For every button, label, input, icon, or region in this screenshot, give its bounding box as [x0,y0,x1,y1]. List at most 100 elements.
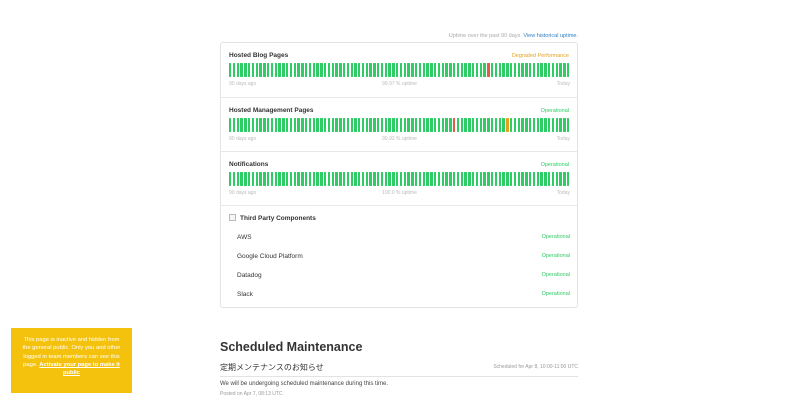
uptime-day-bar[interactable] [456,63,460,77]
uptime-day-bar[interactable] [441,118,445,132]
uptime-day-bar[interactable] [229,172,232,186]
uptime-day-bar[interactable] [441,63,445,77]
uptime-day-bar[interactable] [335,63,338,77]
uptime-day-bar[interactable] [289,172,293,186]
uptime-day-bar[interactable] [403,63,407,77]
uptime-day-bar[interactable] [434,118,437,132]
uptime-day-bar[interactable] [312,118,315,132]
uptime-day-bar[interactable] [373,118,376,132]
uptime-day-bar[interactable] [358,172,361,186]
uptime-day-bar[interactable] [255,118,258,132]
uptime-day-bar[interactable] [384,172,388,186]
uptime-day-bar[interactable] [464,172,467,186]
uptime-day-bar[interactable] [544,172,547,186]
uptime-day-bar[interactable] [308,63,312,77]
uptime-day-bar[interactable] [255,63,258,77]
uptime-day-bar[interactable] [418,172,422,186]
uptime-day-bar[interactable] [403,172,407,186]
uptime-day-bar[interactable] [434,172,437,186]
uptime-day-bar[interactable] [240,118,243,132]
uptime-day-bar[interactable] [536,172,539,186]
uptime-day-bar[interactable] [555,63,558,77]
uptime-day-bar[interactable] [551,63,555,77]
uptime-day-bar[interactable] [479,63,482,77]
uptime-day-bar[interactable] [415,63,418,77]
uptime-day-bar[interactable] [528,63,532,77]
uptime-day-bar[interactable] [472,118,475,132]
uptime-day-bar[interactable] [331,63,334,77]
uptime-day-bar[interactable] [555,172,558,186]
uptime-day-bar[interactable] [528,172,532,186]
uptime-day-bar[interactable] [521,118,524,132]
uptime-day-bar[interactable] [475,63,479,77]
uptime-day-bar[interactable] [407,63,410,77]
uptime-day-bar[interactable] [304,118,308,132]
uptime-day-bar[interactable] [354,172,357,186]
uptime-day-bar[interactable] [342,118,346,132]
uptime-day-bar[interactable] [354,118,357,132]
uptime-day-bar[interactable] [483,172,486,186]
uptime-day-bar[interactable] [251,63,255,77]
uptime-day-bar[interactable] [388,172,391,186]
uptime-day-bar[interactable] [263,172,266,186]
uptime-day-bar[interactable] [392,118,395,132]
uptime-day-bar[interactable] [532,118,536,132]
uptime-day-bar[interactable] [229,118,232,132]
uptime-day-bar[interactable] [255,172,258,186]
uptime-day-bar[interactable] [365,172,369,186]
uptime-day-bar[interactable] [240,172,243,186]
uptime-day-bar[interactable] [464,63,467,77]
uptime-day-bar[interactable] [437,172,441,186]
uptime-day-bar[interactable] [422,63,426,77]
uptime-day-bar[interactable] [502,118,505,132]
uptime-day-bar[interactable] [331,118,334,132]
uptime-day-bar[interactable] [479,118,482,132]
uptime-day-bar[interactable] [232,63,236,77]
uptime-day-bar[interactable] [426,63,429,77]
uptime-day-bar[interactable] [422,118,426,132]
uptime-day-bar[interactable] [388,63,391,77]
uptime-day-bar[interactable] [483,63,486,77]
uptime-day-bar[interactable] [483,118,486,132]
uptime-day-bar[interactable] [399,172,403,186]
uptime-day-bar[interactable] [453,63,456,77]
uptime-day-bar[interactable] [422,172,426,186]
uptime-day-bar[interactable] [289,63,293,77]
uptime-day-bar[interactable] [521,172,524,186]
uptime-day-bar[interactable] [449,172,452,186]
uptime-day-bar[interactable] [566,63,570,77]
uptime-day-bar[interactable] [407,172,410,186]
uptime-day-bar[interactable] [563,172,566,186]
uptime-day-bar[interactable] [547,63,551,77]
uptime-day-bar[interactable] [274,172,277,186]
uptime-day-bar[interactable] [377,172,380,186]
uptime-day-bar[interactable] [361,63,365,77]
uptime-day-bar[interactable] [301,63,304,77]
uptime-day-bar[interactable] [350,172,353,186]
uptime-day-bar[interactable] [232,172,236,186]
uptime-day-bar[interactable] [346,172,350,186]
uptime-day-bar[interactable] [282,172,285,186]
uptime-day-bar[interactable] [540,63,543,77]
uptime-day-bar[interactable] [559,172,562,186]
uptime-day-bar[interactable] [506,63,509,77]
uptime-day-bar[interactable] [521,63,524,77]
uptime-day-bar[interactable] [316,63,319,77]
uptime-day-bar[interactable] [411,63,414,77]
uptime-day-bar[interactable] [396,118,399,132]
uptime-day-bar[interactable] [312,63,315,77]
uptime-day-bar[interactable] [327,118,331,132]
uptime-day-bar[interactable] [475,118,479,132]
uptime-day-bar[interactable] [342,63,346,77]
uptime-day-bar[interactable] [278,63,281,77]
uptime-day-bar[interactable] [430,63,433,77]
uptime-day-bar[interactable] [289,118,293,132]
uptime-day-bar[interactable] [426,118,429,132]
uptime-day-bar[interactable] [468,63,471,77]
uptime-day-bar[interactable] [346,118,350,132]
uptime-day-bar[interactable] [339,63,342,77]
uptime-day-bar[interactable] [259,172,262,186]
uptime-day-bar[interactable] [509,118,513,132]
uptime-day-bar[interactable] [266,172,270,186]
uptime-day-bar[interactable] [532,63,536,77]
